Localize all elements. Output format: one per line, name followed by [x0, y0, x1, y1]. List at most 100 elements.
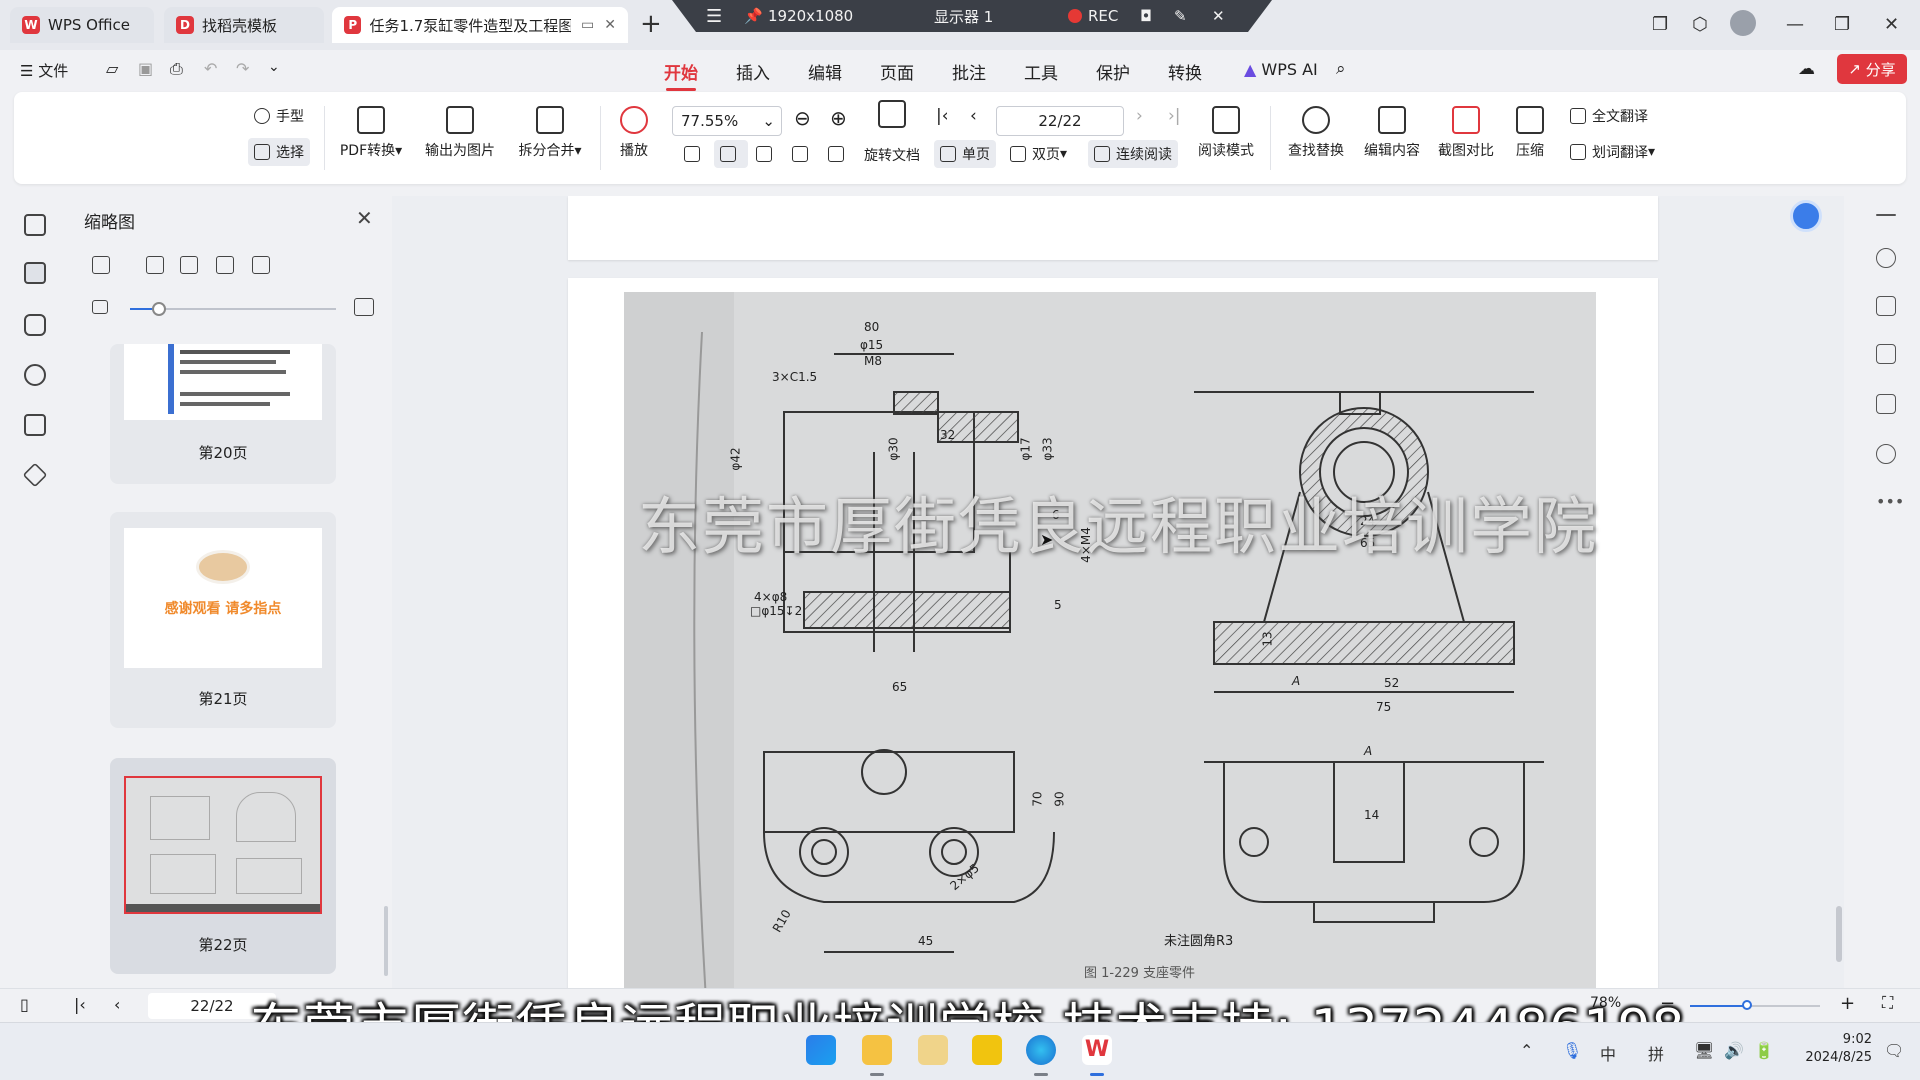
full-translate-button[interactable]: 全文翻译 — [1564, 102, 1654, 130]
actual-size-icon[interactable] — [678, 140, 712, 168]
pdf-convert-button[interactable]: PDF转换▾ — [336, 106, 406, 160]
export-image-button[interactable]: 输出为图片 — [420, 106, 500, 160]
zoom-out-icon[interactable]: ⊖ — [794, 106, 811, 130]
attachment-icon[interactable] — [24, 364, 46, 386]
menu-icon[interactable]: ☰ — [706, 6, 722, 27]
delete-page-icon[interactable] — [180, 256, 198, 274]
last-page-icon[interactable]: ›| — [1168, 106, 1181, 126]
collapse-icon[interactable] — [1876, 214, 1896, 216]
close-panel-icon[interactable]: ✕ — [356, 206, 373, 230]
thumbnail-size-slider[interactable] — [130, 302, 336, 316]
play-button[interactable]: 播放 — [612, 106, 656, 160]
fit-width-icon[interactable] — [750, 140, 784, 168]
menu-tab-edit[interactable]: 编辑 — [808, 59, 842, 84]
folder-icon[interactable] — [918, 1035, 948, 1065]
tab-current-document[interactable]: P 任务1.7泵缸零件造型及工程图 ▭ ✕ — [332, 7, 628, 43]
compare-icon[interactable] — [1876, 394, 1896, 414]
rotate-right-icon[interactable] — [822, 140, 856, 168]
page-number-input[interactable]: 22/22 — [996, 106, 1124, 136]
restore-pane-icon[interactable]: ❐ — [1652, 14, 1668, 35]
undo-icon[interactable]: ↶ — [204, 59, 217, 78]
cloud-upload-icon[interactable]: ☁ — [1798, 59, 1815, 79]
pen-icon[interactable]: ✎ — [1174, 7, 1187, 25]
cube-icon[interactable]: ⬡ — [1692, 14, 1708, 35]
double-page-button[interactable]: 双页 ▾ — [1004, 140, 1073, 168]
ime-mode[interactable]: 拼 — [1648, 1041, 1664, 1065]
zoom-slider-knob[interactable] — [1742, 1000, 1752, 1010]
notification-icon[interactable]: 🗨 — [1884, 1041, 1904, 1060]
edit-content-button[interactable]: 编辑内容 — [1360, 106, 1424, 160]
rotate-left-icon[interactable] — [786, 140, 820, 168]
zoom-in-icon[interactable]: + — [1840, 993, 1855, 1014]
signature-icon[interactable] — [24, 414, 46, 436]
hand-tool-button[interactable]: 手型 — [248, 102, 310, 130]
network-icon[interactable]: 🖥 — [1694, 1041, 1714, 1060]
scrollbar-thumb[interactable] — [1836, 906, 1842, 962]
document-scrollbar[interactable] — [1834, 196, 1844, 986]
redo-icon[interactable]: ↷ — [236, 59, 249, 78]
new-tab-button[interactable]: + — [640, 11, 662, 37]
thumbnail-page-20[interactable]: 第20页 — [110, 344, 336, 484]
close-tab-icon[interactable]: ✕ — [604, 17, 616, 33]
word-translate-button[interactable]: 划词翻译 ▾ — [1564, 138, 1661, 166]
read-mode-button[interactable]: 阅读模式 — [1194, 106, 1258, 160]
prev-page-icon[interactable]: ‹ — [114, 995, 120, 1014]
slider-knob[interactable] — [152, 302, 166, 316]
more-icon[interactable]: ••• — [1876, 492, 1904, 511]
help-icon[interactable] — [1876, 444, 1896, 464]
rec-label[interactable]: REC — [1088, 7, 1118, 25]
search-icon[interactable] — [1876, 248, 1896, 268]
menu-tab-tools[interactable]: 工具 — [1024, 59, 1058, 84]
thumbnail-page-22[interactable]: 第22页 — [110, 758, 336, 974]
save-icon[interactable]: ▣ — [138, 59, 153, 78]
menu-tab-annotate[interactable]: 批注 — [952, 59, 986, 84]
zoom-select[interactable]: 77.55% ⌄ — [672, 106, 782, 136]
open-folder-icon[interactable]: ▱ — [106, 59, 118, 78]
browser-icon[interactable] — [1026, 1035, 1056, 1065]
windows-start-icon[interactable] — [806, 1035, 836, 1065]
screenshot-compare-button[interactable]: 截图对比 — [1434, 106, 1498, 160]
compress-button[interactable]: 压缩 — [1510, 106, 1550, 160]
extract-page-icon[interactable] — [216, 256, 234, 274]
wps-taskbar-icon[interactable]: W — [1082, 1035, 1112, 1065]
zoom-slider[interactable] — [1690, 1000, 1820, 1010]
file-explorer-icon[interactable] — [862, 1035, 892, 1065]
tab-docer[interactable]: D 找稻壳模板 — [164, 7, 324, 43]
thumbnail-page-21[interactable]: 感谢观看 请多指点 第21页 — [110, 512, 336, 728]
menu-tab-page[interactable]: 页面 — [880, 59, 914, 84]
comment-icon[interactable] — [24, 314, 46, 336]
insert-page-icon[interactable] — [146, 256, 164, 274]
zoom-in-icon[interactable]: ⊕ — [830, 106, 847, 130]
document-view[interactable]: 80 φ15 M8 3×C1.5 32 φ30 φ42 φ17 φ33 24 6… — [392, 196, 1844, 988]
fit-page-icon[interactable] — [714, 140, 748, 168]
continuous-read-button[interactable]: 连续阅读 — [1088, 140, 1178, 168]
pin-icon[interactable]: 📌 — [744, 7, 763, 25]
notes-app-icon[interactable] — [972, 1035, 1002, 1065]
next-page-icon[interactable]: › — [1136, 106, 1143, 126]
floating-assistant-icon[interactable] — [1790, 200, 1822, 232]
ime-language[interactable]: 中 — [1600, 1041, 1616, 1065]
volume-icon[interactable]: 🔊 — [1724, 1041, 1744, 1060]
system-clock[interactable]: 9:02 2024/8/25 — [1796, 1031, 1872, 1067]
menu-tab-protect[interactable]: 保护 — [1096, 59, 1130, 84]
camera-icon[interactable]: ◘ — [1140, 7, 1152, 25]
monitor-icon[interactable]: ▭ — [581, 17, 594, 33]
menu-tab-insert[interactable]: 插入 — [736, 59, 770, 84]
menu-tab-convert[interactable]: 转换 — [1168, 59, 1202, 84]
rotate-document-button[interactable]: 旋转文档 — [864, 145, 920, 165]
close-window-icon[interactable]: ✕ — [1884, 14, 1899, 35]
single-page-button[interactable]: 单页 — [934, 140, 996, 168]
microphone-icon[interactable]: 🎙 — [1562, 1041, 1582, 1060]
bookmark-icon[interactable] — [24, 214, 46, 236]
prev-page-icon[interactable]: ‹ — [970, 106, 977, 126]
close-recorder-icon[interactable]: ✕ — [1212, 7, 1225, 25]
thumbnail-icon[interactable] — [24, 262, 46, 284]
sidebar-toggle-icon[interactable]: ▯ — [20, 995, 29, 1014]
select-tool-button[interactable]: 选择 — [248, 138, 310, 166]
fullscreen-icon[interactable]: ⛶ — [1882, 993, 1893, 1013]
file-menu[interactable]: ☰ 文件 — [20, 60, 68, 81]
thumbnail-scrollbar[interactable] — [384, 906, 388, 976]
share-button[interactable]: ↗ 分享 — [1837, 54, 1907, 84]
first-page-icon[interactable]: |‹ — [74, 995, 86, 1014]
wps-ai-button[interactable]: ▲ WPS AI — [1244, 60, 1318, 79]
